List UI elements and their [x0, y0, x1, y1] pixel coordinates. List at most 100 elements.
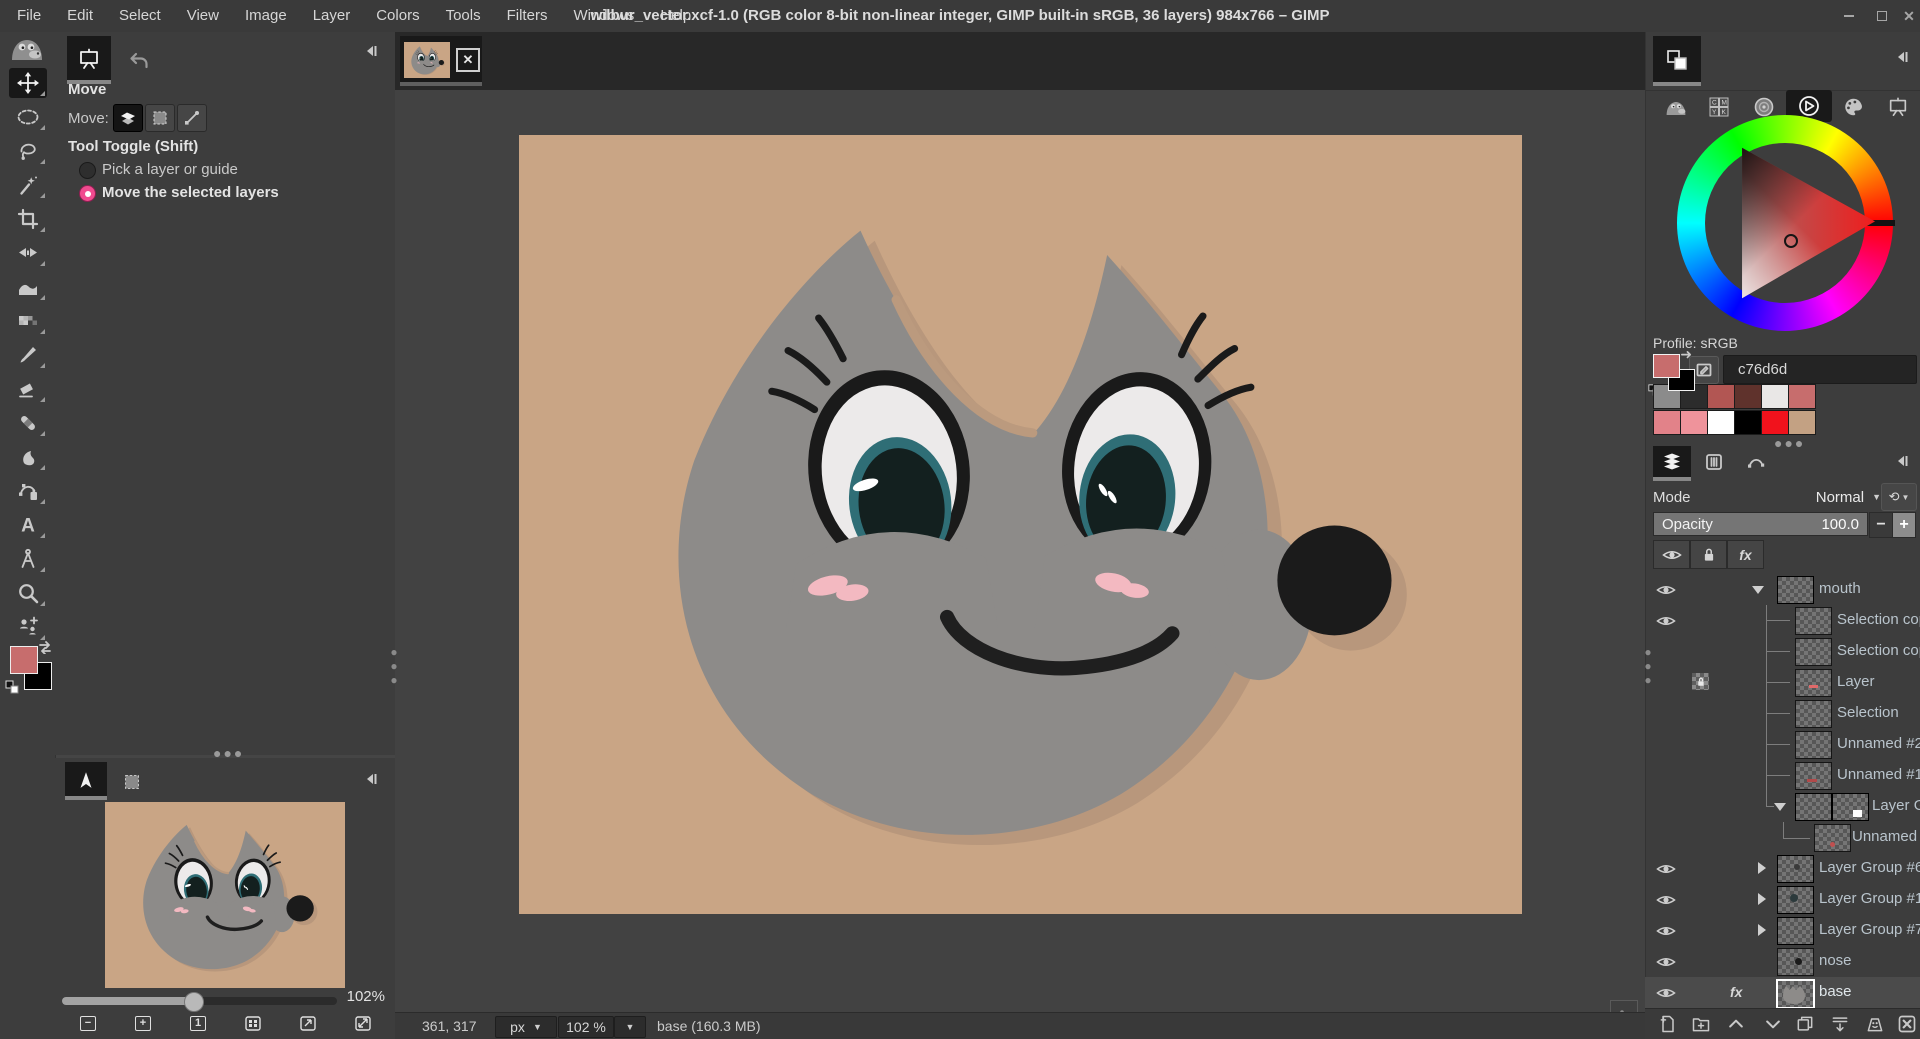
history-swatch-4[interactable] [1761, 384, 1789, 409]
zoom-dropdown-arrow[interactable]: ▼ [614, 1016, 646, 1038]
add-mask-button[interactable] [1865, 1014, 1885, 1034]
menu-tools[interactable]: Tools [433, 0, 494, 32]
zoom-slider-handle[interactable] [184, 992, 204, 1012]
layer-row-layer[interactable]: Layer [1645, 667, 1920, 698]
layer-row-base[interactable]: fx base [1645, 977, 1920, 1008]
visibility-eye-icon[interactable] [1656, 862, 1676, 876]
zoom-out-button[interactable]: − [78, 1014, 98, 1032]
dock-menu-icon[interactable] [1894, 50, 1910, 64]
tab-channels[interactable] [1695, 446, 1733, 478]
visibility-eye-icon[interactable] [1656, 614, 1676, 628]
visibility-eye-icon[interactable] [1656, 583, 1676, 597]
new-layer-button[interactable] [1658, 1014, 1678, 1034]
effects-header-button[interactable]: fx [1727, 540, 1764, 569]
shrink-wrap-button[interactable] [353, 1014, 373, 1032]
menu-layer[interactable]: Layer [300, 0, 364, 32]
opacity-slider[interactable]: Opacity 100.0 [1653, 512, 1868, 536]
tab-pointer[interactable] [65, 762, 107, 800]
dock-menu-icon[interactable] [363, 772, 379, 786]
expander-icon[interactable] [1774, 803, 1786, 811]
flip-tool-button[interactable] [9, 238, 47, 268]
history-swatch-9[interactable] [1734, 410, 1762, 435]
radio-pick-layer[interactable] [79, 162, 96, 179]
zoom-1-1-button[interactable]: 1 [188, 1014, 208, 1032]
bucket-fill-tool-button[interactable] [9, 272, 47, 302]
layer-row-unnamed-2[interactable]: Unnamed #2 [1645, 729, 1920, 760]
expander-icon[interactable] [1752, 586, 1764, 594]
layer-row-selection-copy[interactable]: Selection copy [1645, 605, 1920, 636]
mode-switch-button[interactable]: ⟲▼ [1881, 483, 1917, 511]
dock-menu-icon[interactable] [363, 44, 379, 58]
maximize-button[interactable] [1871, 6, 1893, 26]
radio-pick-layer-label[interactable]: Pick a layer or guide [102, 161, 238, 178]
zoom-tool-button[interactable] [9, 578, 47, 608]
history-swatch-8[interactable] [1707, 410, 1735, 435]
merge-down-button[interactable] [1830, 1014, 1850, 1034]
fuzzy-select-tool-button[interactable] [9, 170, 47, 200]
raise-layer-button[interactable] [1726, 1014, 1746, 1034]
expander-icon[interactable] [1758, 893, 1766, 905]
drag-handle[interactable]: ●●● [213, 750, 244, 756]
gradient-tool-button[interactable] [9, 306, 47, 336]
fg-mini-swatch[interactable] [1653, 354, 1680, 378]
text-tool-button[interactable]: A [9, 510, 47, 540]
eraser-tool-button[interactable] [9, 374, 47, 404]
menu-help[interactable]: Help [647, 0, 704, 32]
history-swatch-5[interactable] [1788, 384, 1816, 409]
layer-row-layer-group[interactable]: Layer Gr [1645, 791, 1920, 822]
navigation-preview[interactable] [105, 802, 345, 988]
delete-layer-button[interactable] [1897, 1014, 1917, 1034]
menu-filters[interactable]: Filters [494, 0, 561, 32]
move-layer-button[interactable] [113, 104, 143, 132]
measure-tool-button[interactable] [9, 544, 47, 574]
free-select-tool-button[interactable] [9, 136, 47, 166]
image-tab[interactable]: ✕ [400, 36, 482, 86]
canvas-viewport[interactable] [395, 90, 1645, 1012]
duplicate-layer-button[interactable] [1795, 1014, 1815, 1034]
visibility-eye-icon[interactable] [1656, 924, 1676, 938]
menu-file[interactable]: File [4, 0, 54, 32]
history-swatch-3[interactable] [1734, 384, 1762, 409]
visibility-header-button[interactable] [1653, 540, 1690, 569]
move-tool-button[interactable] [9, 68, 47, 98]
layer-row-layer-group-1[interactable]: Layer Group #1 [1645, 884, 1920, 915]
menu-colors[interactable]: Colors [363, 0, 432, 32]
foreground-color-swatch[interactable] [10, 646, 38, 674]
dock-menu-icon[interactable] [1894, 454, 1910, 468]
history-swatch-10[interactable] [1761, 410, 1789, 435]
menu-edit[interactable]: Edit [54, 0, 106, 32]
paths-tool-button[interactable] [9, 476, 47, 506]
opacity-increase-button[interactable]: + [1892, 512, 1916, 538]
visibility-eye-icon[interactable] [1656, 893, 1676, 907]
tab-undo-history[interactable] [117, 40, 161, 82]
visibility-eye-icon[interactable] [1656, 955, 1676, 969]
selector-scales-icon[interactable] [1886, 96, 1910, 118]
history-swatch-2[interactable] [1707, 384, 1735, 409]
layer-row-layer-group-7[interactable]: Layer Group #7 [1645, 915, 1920, 946]
expander-icon[interactable] [1758, 924, 1766, 936]
navigation-button[interactable] [1610, 1000, 1638, 1012]
zoom-in-button[interactable]: + [133, 1014, 153, 1032]
move-path-button[interactable] [177, 104, 207, 132]
align-tool-button[interactable] [9, 612, 47, 642]
menu-view[interactable]: View [174, 0, 232, 32]
lock-header-button[interactable] [1690, 540, 1727, 569]
default-colors-icon[interactable] [5, 680, 19, 694]
zoom-value[interactable]: 102 % [558, 1016, 614, 1038]
selector-cmyk-icon[interactable]: CMYK [1708, 96, 1730, 118]
heal-tool-button[interactable] [9, 408, 47, 438]
radio-move-selected[interactable] [79, 185, 96, 202]
zoom-fit-image-button[interactable] [243, 1014, 263, 1032]
crop-tool-button[interactable] [9, 204, 47, 234]
layer-row-unnamed-19[interactable]: Unnamed #19 [1645, 760, 1920, 791]
selector-watercolor-icon[interactable] [1753, 96, 1775, 118]
mode-dropdown[interactable]: Mode Normal ▼ [1653, 484, 1881, 510]
move-selection-button[interactable] [145, 104, 175, 132]
layer-row-selection-copy-2[interactable]: Selection copy [1645, 636, 1920, 667]
paintbrush-tool-button[interactable] [9, 340, 47, 370]
splitter-handle[interactable]: ●●● [391, 645, 396, 687]
minimize-button[interactable] [1838, 6, 1860, 26]
history-swatch-6[interactable] [1653, 410, 1681, 435]
close-image-icon[interactable]: ✕ [456, 48, 480, 72]
fit-window-button[interactable] [298, 1014, 318, 1032]
